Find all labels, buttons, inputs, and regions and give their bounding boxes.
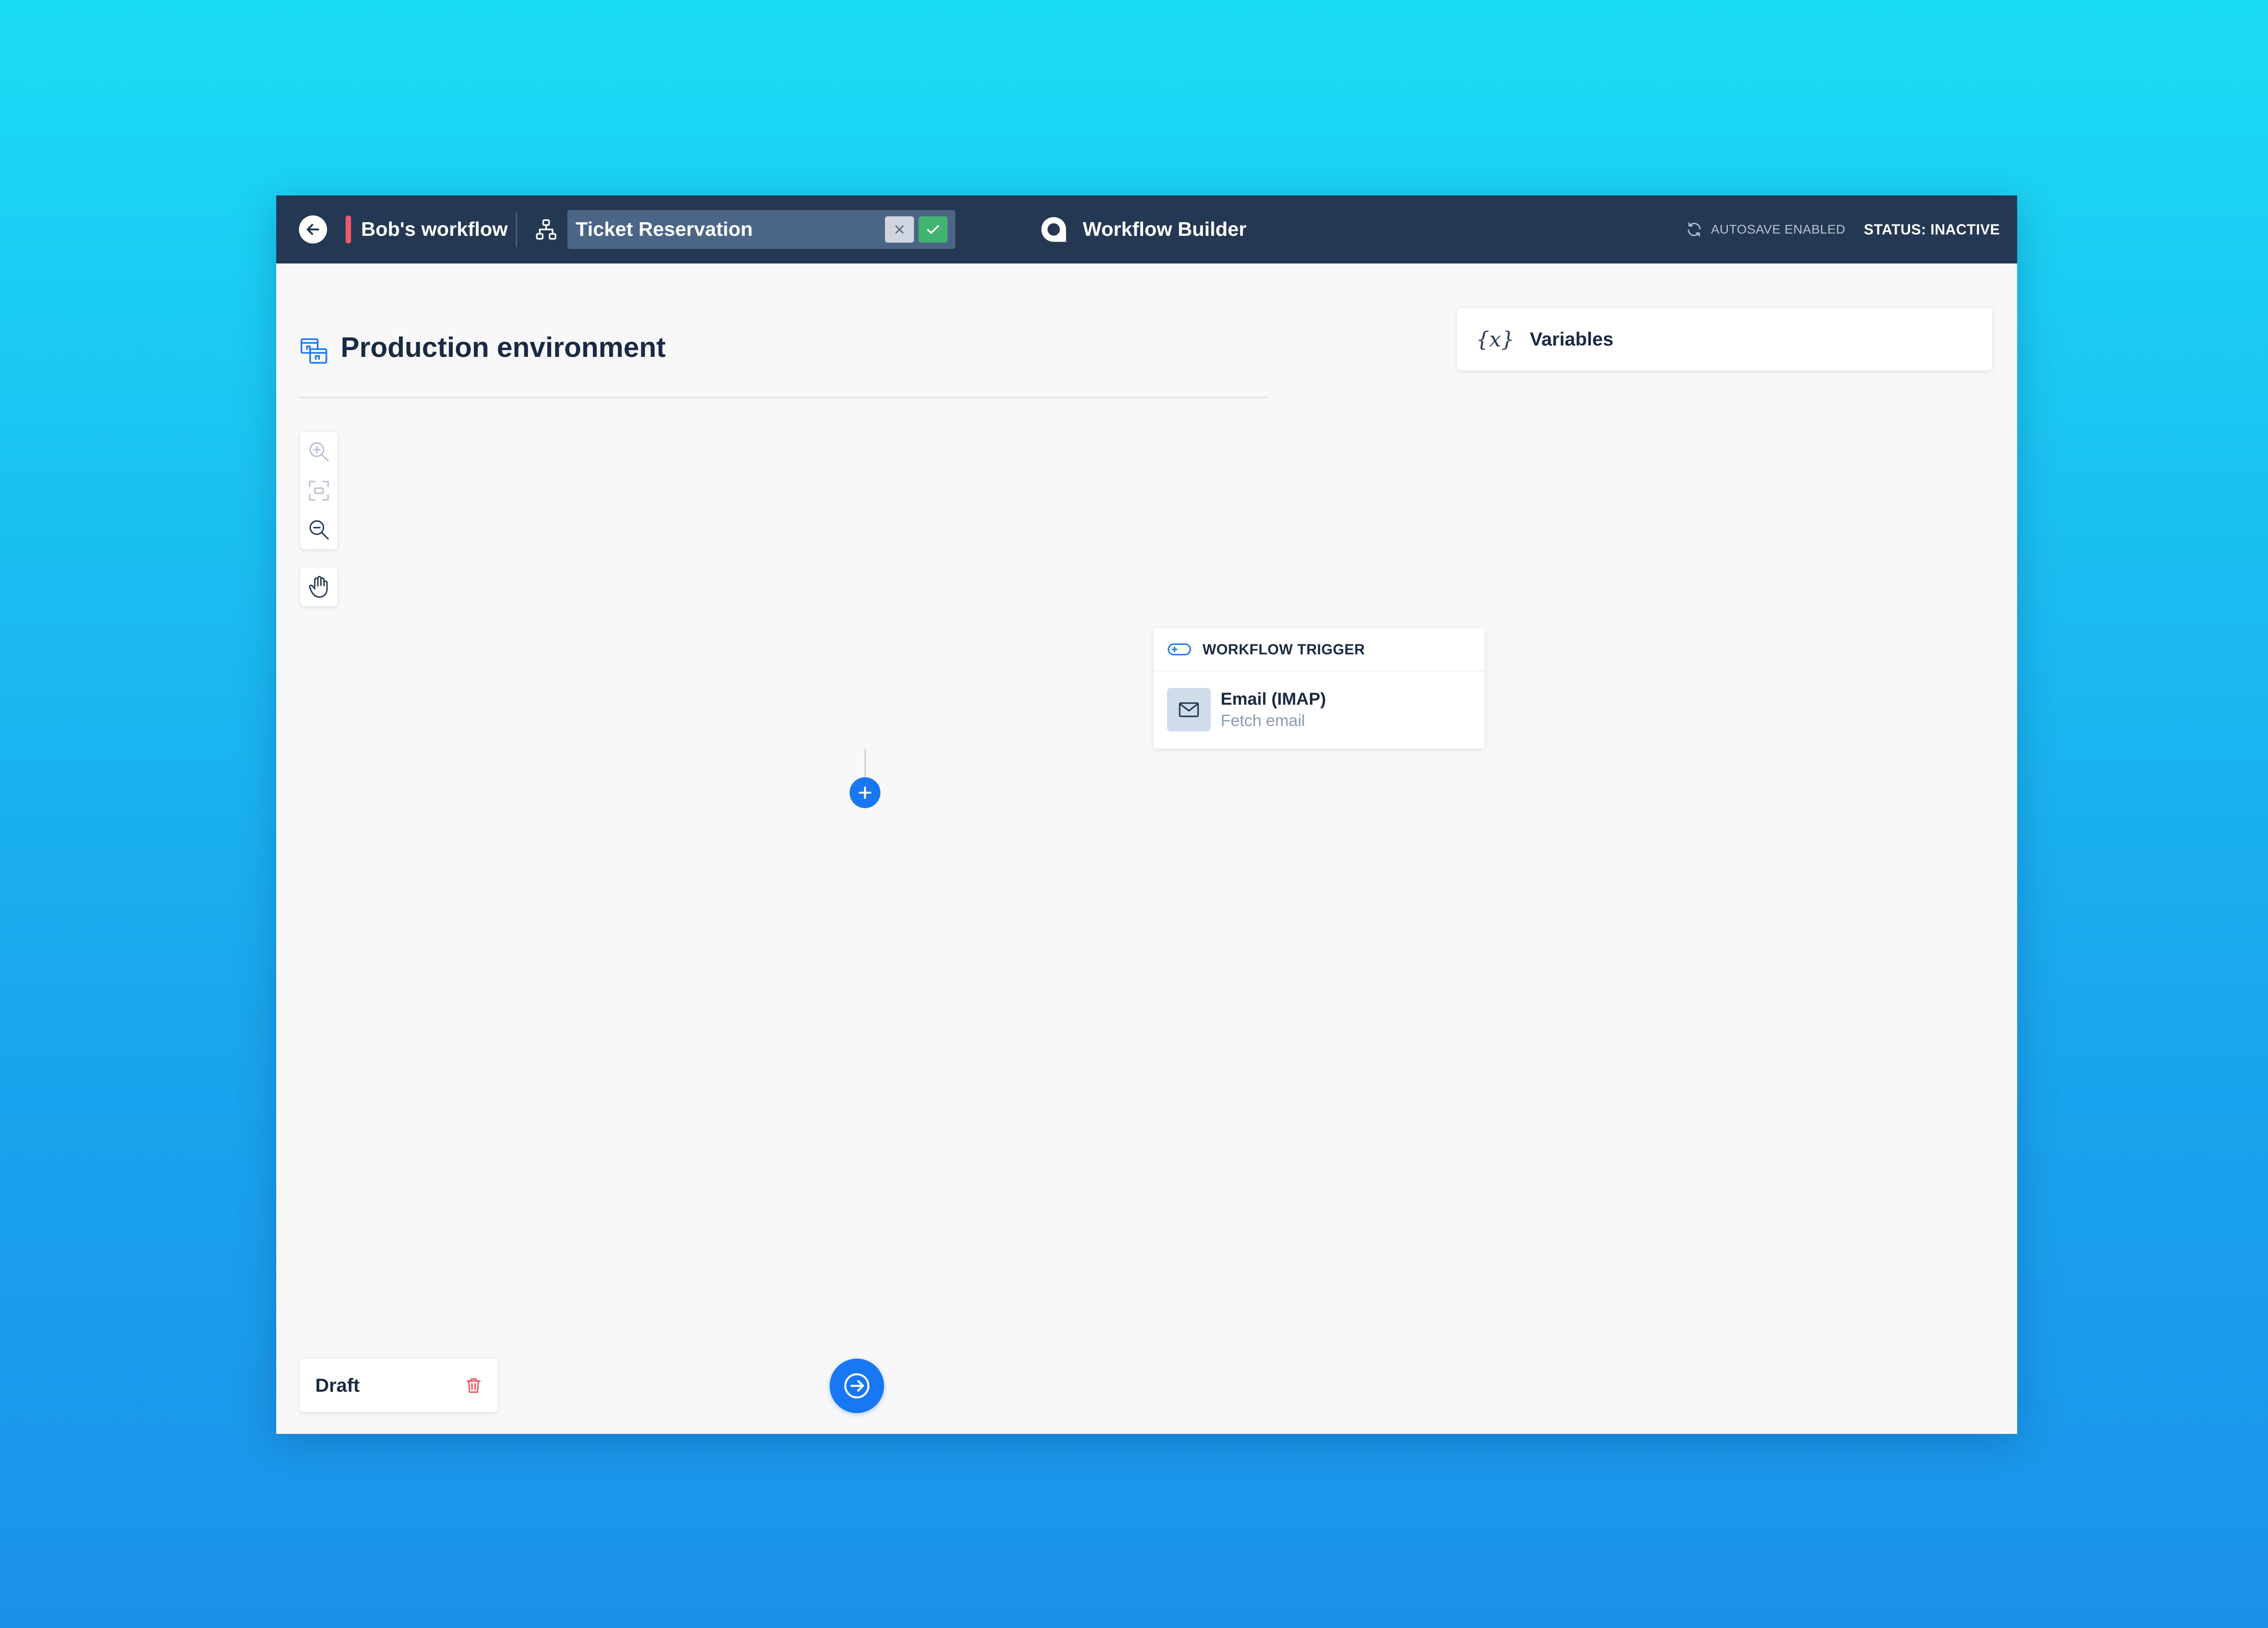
hand-icon [309,576,328,598]
variables-icon: {x} [1476,327,1515,351]
environment-icon [300,338,327,364]
autosave-indicator: AUTOSAVE ENABLED [1686,218,1845,241]
email-app-icon [1167,688,1211,731]
envelope-icon [1179,702,1199,717]
arrow-right-circle-icon [844,1373,870,1399]
sync-icon [1687,222,1701,237]
app-title: Workflow Builder [1083,218,1246,240]
workflow-tree-icon [532,215,560,244]
autosave-label: AUTOSAVE ENABLED [1711,222,1846,236]
variables-label: Variables [1530,328,1613,350]
brand-logo-icon [1041,217,1066,242]
fit-view-button[interactable] [300,471,337,510]
variables-panel-button[interactable]: {x} Variables [1457,308,1992,370]
trash-icon [466,1378,481,1393]
fit-view-icon [309,481,329,501]
add-step-button[interactable] [850,777,880,808]
trigger-app-name: Email (IMAP) [1221,689,1326,709]
brand: Workflow Builder [1038,213,1246,246]
plus-icon [859,786,871,799]
workflow-trigger-node[interactable]: WORKFLOW TRIGGER Email (IMAP) Fetch emai… [1154,628,1485,749]
workflow-builder-window: Bob's workflow Workflow Builder AUTOSAVE… [276,195,2017,1434]
trigger-action: Fetch email [1221,711,1305,730]
pan-control [300,567,337,606]
zoom-out-button[interactable] [300,510,337,549]
trigger-icon [1168,643,1191,656]
pan-tool-button[interactable] [300,567,337,606]
title-divider [299,397,1268,398]
top-bar: Bob's workflow Workflow Builder AUTOSAVE… [276,195,2017,263]
draft-version-card[interactable]: Draft [300,1359,498,1412]
workflow-title-input[interactable] [576,210,866,249]
zoom-in-icon [309,442,329,462]
workflow-name[interactable]: Bob's workflow [361,214,508,244]
close-icon [895,225,904,234]
workflow-color-marker [346,215,351,244]
confirm-title-button[interactable] [919,216,948,243]
trigger-body: Email (IMAP) Fetch email [1154,672,1485,748]
proceed-button[interactable] [830,1359,884,1413]
delete-draft-button[interactable] [459,1371,488,1399]
node-connector [865,749,866,780]
status-badge: STATUS: INACTIVE [1864,221,2000,238]
check-icon [927,225,939,234]
arrow-left-icon [307,224,319,235]
zoom-controls [300,432,337,549]
zoom-out-icon [309,520,329,540]
title-editor [567,210,955,249]
divider [516,213,517,247]
page-title: Production environment [341,332,666,363]
zoom-in-button[interactable] [300,432,337,471]
trigger-header-label: WORKFLOW TRIGGER [1202,641,1365,658]
cancel-title-button[interactable] [885,216,914,243]
trigger-header: WORKFLOW TRIGGER [1154,628,1485,672]
back-button[interactable] [299,215,327,244]
draft-label: Draft [315,1375,360,1396]
